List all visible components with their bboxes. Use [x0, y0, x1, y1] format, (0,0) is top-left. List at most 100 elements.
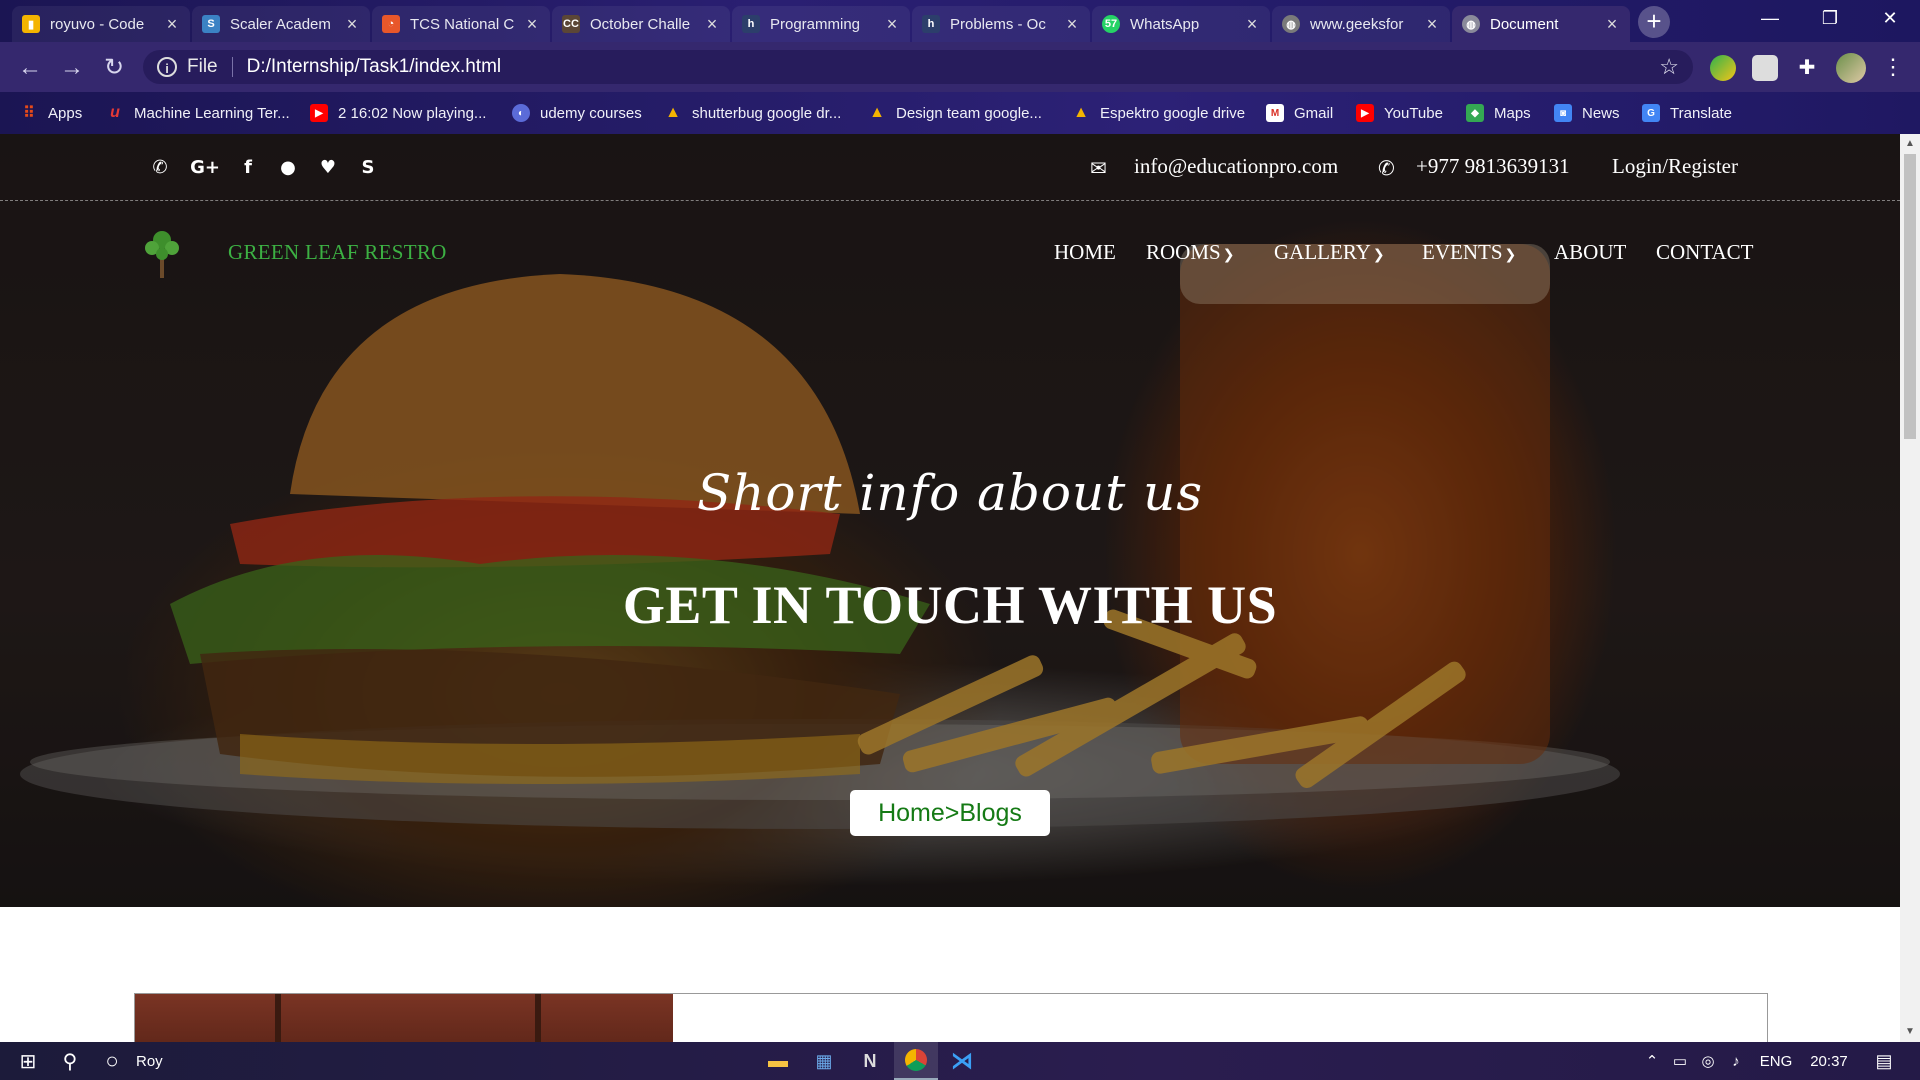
- browser-tab-active[interactable]: ◍ Document ×: [1452, 6, 1630, 42]
- browser-tab[interactable]: 57 WhatsApp ×: [1092, 6, 1270, 42]
- bookmark-item[interactable]: G Translate: [1642, 102, 1732, 124]
- tab-favicon-icon: h: [742, 15, 760, 33]
- tab-favicon-icon: ◍: [1462, 15, 1480, 33]
- chat-icon[interactable]: ●: [276, 156, 300, 180]
- volume-icon[interactable]: ♪: [1724, 1042, 1748, 1080]
- forward-icon[interactable]: →: [56, 52, 88, 84]
- menu-kebab-icon[interactable]: ⋮: [1882, 54, 1904, 80]
- restore-icon[interactable]: ❐: [1800, 0, 1860, 36]
- close-window-icon[interactable]: ✕: [1860, 0, 1920, 36]
- bookmark-item[interactable]: ◙ News: [1554, 102, 1620, 124]
- back-icon[interactable]: ←: [14, 52, 46, 84]
- card-image: [135, 994, 673, 1042]
- tab-favicon-icon: S: [202, 15, 220, 33]
- page-viewport: ✆ G+ f ● ♥ S ✉ info@educationpro.com ✆ +…: [0, 134, 1900, 1042]
- windows-start-icon[interactable]: ⊞: [8, 1042, 48, 1080]
- scroll-up-icon[interactable]: ▲: [1905, 138, 1915, 149]
- app-icon[interactable]: ▦: [802, 1042, 846, 1080]
- browser-tab[interactable]: h Problems - Oc ×: [912, 6, 1090, 42]
- bookmark-item[interactable]: ◐ udemy courses: [512, 102, 642, 124]
- close-tab-icon[interactable]: ×: [524, 14, 540, 35]
- browser-tab[interactable]: CC October Challe ×: [552, 6, 730, 42]
- close-tab-icon[interactable]: ×: [884, 14, 900, 35]
- browser-tab[interactable]: ▮ royuvo - Code ×: [12, 6, 190, 42]
- breadcrumb[interactable]: Home>Blogs: [850, 790, 1050, 836]
- twitter-icon[interactable]: ♥: [316, 156, 340, 180]
- clock[interactable]: 20:37: [1804, 1042, 1854, 1080]
- email-link[interactable]: info@educationpro.com: [1134, 154, 1338, 179]
- tab-favicon-icon: 57: [1102, 15, 1120, 33]
- tree-logo-icon[interactable]: [140, 224, 184, 280]
- scroll-down-icon[interactable]: ▼: [1905, 1026, 1915, 1037]
- tab-title: Document: [1490, 15, 1559, 33]
- google-plus-icon[interactable]: G+: [190, 156, 220, 180]
- facebook-icon[interactable]: f: [236, 156, 260, 180]
- bookmark-label: Design team google...: [896, 104, 1042, 122]
- tab-favicon-icon: ◔: [382, 15, 400, 33]
- browser-tab[interactable]: ◔ TCS National C ×: [372, 6, 550, 42]
- chevron-up-icon[interactable]: ⌃: [1640, 1042, 1664, 1080]
- extension-icon[interactable]: [1752, 55, 1778, 81]
- chrome-taskbar-icon[interactable]: [894, 1042, 938, 1080]
- network-globe-icon[interactable]: ◎: [1696, 1042, 1720, 1080]
- nav-events[interactable]: EVENTS ❯: [1422, 240, 1516, 265]
- close-tab-icon[interactable]: ×: [1424, 14, 1440, 35]
- cortana-icon[interactable]: ○: [96, 1042, 128, 1080]
- bookmark-item[interactable]: u Machine Learning Ter...: [106, 102, 290, 124]
- bookmark-item[interactable]: ▶ 2 16:02 Now playing...: [310, 102, 486, 124]
- extension-icon[interactable]: [1710, 55, 1736, 81]
- close-tab-icon[interactable]: ×: [1064, 14, 1080, 35]
- scrollbar-thumb[interactable]: [1904, 154, 1916, 439]
- vscode-icon[interactable]: ⋊: [940, 1042, 984, 1080]
- reload-icon[interactable]: ↻: [98, 52, 130, 84]
- bookmark-star-icon[interactable]: ☆: [1659, 54, 1679, 80]
- bookmark-apps[interactable]: ⠿ Apps: [20, 102, 82, 124]
- url-text[interactable]: D:/Internship/Task1/index.html: [247, 56, 502, 78]
- bookmark-item[interactable]: ▲ shutterbug google dr...: [664, 102, 841, 124]
- close-tab-icon[interactable]: ×: [344, 14, 360, 35]
- bookmark-label: udemy courses: [540, 104, 642, 122]
- avatar[interactable]: [1836, 53, 1866, 83]
- notifications-icon[interactable]: ▤: [1864, 1042, 1904, 1080]
- bookmark-item[interactable]: ◆ Maps: [1466, 102, 1531, 124]
- notion-icon[interactable]: N: [848, 1042, 892, 1080]
- new-tab-button[interactable]: +: [1638, 6, 1670, 38]
- login-register-link[interactable]: Login/Register: [1612, 154, 1738, 179]
- address-bar[interactable]: i File D:/Internship/Task1/index.html ☆: [143, 50, 1693, 84]
- nav-about[interactable]: ABOUT: [1554, 240, 1626, 265]
- phone-number[interactable]: +977 9813639131: [1416, 154, 1570, 179]
- browser-tab[interactable]: S Scaler Academ ×: [192, 6, 370, 42]
- chevron-down-icon: ❯: [1372, 247, 1385, 263]
- close-tab-icon[interactable]: ×: [164, 14, 180, 35]
- search-icon[interactable]: ⚲: [50, 1042, 90, 1080]
- puzzle-icon[interactable]: ✚: [1794, 55, 1820, 81]
- skype-icon[interactable]: S: [356, 156, 380, 180]
- browser-tab[interactable]: h Programming ×: [732, 6, 910, 42]
- close-tab-icon[interactable]: ×: [1244, 14, 1260, 35]
- nav-gallery[interactable]: GALLERY ❯: [1274, 240, 1385, 265]
- toolbar: ← → ↻ i File D:/Internship/Task1/index.h…: [0, 42, 1920, 92]
- nav-home[interactable]: HOME: [1054, 240, 1116, 265]
- nav-contact[interactable]: CONTACT: [1656, 240, 1753, 265]
- browser-tab[interactable]: ◍ www.geeksfor ×: [1272, 6, 1450, 42]
- nav-rooms[interactable]: ROOMS ❯: [1146, 240, 1234, 265]
- google-drive-icon: ▲: [665, 104, 681, 121]
- bookmark-item[interactable]: M Gmail: [1266, 102, 1333, 124]
- file-explorer-icon[interactable]: ▬: [756, 1042, 800, 1080]
- minimize-icon[interactable]: —: [1740, 0, 1800, 36]
- scrollbar[interactable]: ▲ ▼: [1900, 134, 1920, 1042]
- bookmark-label: Maps: [1494, 104, 1531, 122]
- bookmark-item[interactable]: ▲ Design team google...: [868, 102, 1042, 124]
- battery-icon[interactable]: ▭: [1668, 1042, 1692, 1080]
- divider: [231, 57, 233, 77]
- tab-favicon-icon: ▮: [22, 15, 40, 33]
- site-info-icon[interactable]: i: [157, 57, 177, 77]
- close-tab-icon[interactable]: ×: [704, 14, 720, 35]
- bookmark-item[interactable]: ▲ Espektro google drive: [1072, 102, 1245, 124]
- taskbar-search-text[interactable]: Roy: [136, 1042, 196, 1080]
- phone-icon[interactable]: ✆: [148, 156, 172, 180]
- brand-name[interactable]: GREEN LEAF RESTRO: [228, 240, 447, 265]
- close-tab-icon[interactable]: ×: [1604, 14, 1620, 35]
- bookmark-item[interactable]: ▶ YouTube: [1356, 102, 1443, 124]
- language-indicator[interactable]: ENG: [1754, 1042, 1798, 1080]
